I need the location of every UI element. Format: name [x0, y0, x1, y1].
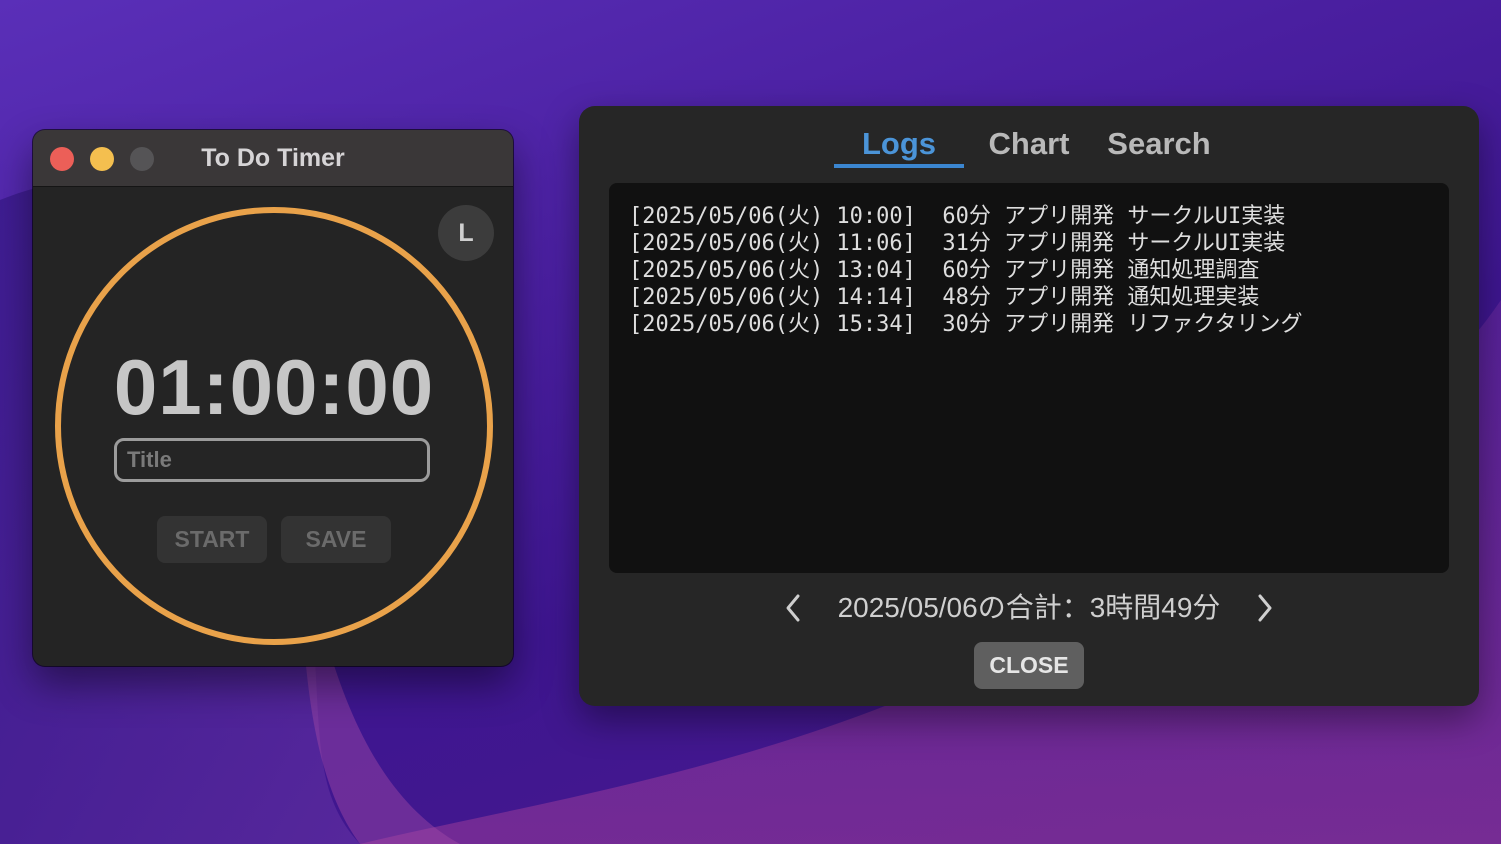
chevron-right-icon[interactable]	[1249, 592, 1279, 624]
log-list: [2025/05/06(火) 10:00] 60分 アプリ開発 サークルUI実装…	[609, 183, 1449, 573]
titlebar: To Do Timer	[33, 130, 513, 187]
log-entry: [2025/05/06(火) 15:34] 30分 アプリ開発 リファクタリング	[629, 312, 1303, 337]
active-tab-indicator	[834, 164, 964, 168]
tab-search[interactable]: Search	[1094, 124, 1224, 168]
logs-panel: Logs Chart Search [2025/05/06(火) 10:00] …	[579, 106, 1479, 706]
l-badge-button[interactable]: L	[438, 205, 494, 261]
start-button[interactable]: START	[157, 516, 267, 563]
timer-display: 01:00:00	[113, 343, 435, 431]
tab-chart[interactable]: Chart	[974, 124, 1084, 168]
close-button[interactable]: CLOSE	[974, 642, 1084, 689]
timer-body: L 01:00:00 START SAVE	[33, 187, 513, 666]
log-entry: [2025/05/06(火) 11:06] 31分 アプリ開発 サークルUI実装	[629, 231, 1286, 256]
log-entry: [2025/05/06(火) 13:04] 60分 アプリ開発 通知処理調査	[629, 258, 1260, 283]
date-navigation: 2025/05/06の合計：3時間49分	[579, 584, 1479, 632]
log-entry: [2025/05/06(火) 14:14] 48分 アプリ開発 通知処理実装	[629, 285, 1260, 310]
daily-total: 2025/05/06の合計：3時間49分	[837, 592, 1221, 623]
title-input[interactable]	[114, 438, 430, 482]
timer-window: To Do Timer L 01:00:00 START SAVE	[33, 130, 513, 666]
maximize-window-button[interactable]	[130, 147, 154, 171]
log-entry: [2025/05/06(火) 10:00] 60分 アプリ開発 サークルUI実装	[629, 204, 1286, 229]
close-window-button[interactable]	[50, 147, 74, 171]
chevron-left-icon[interactable]	[779, 592, 809, 624]
save-button[interactable]: SAVE	[281, 516, 391, 563]
tab-logs[interactable]: Logs	[834, 124, 964, 168]
minimize-window-button[interactable]	[90, 147, 114, 171]
